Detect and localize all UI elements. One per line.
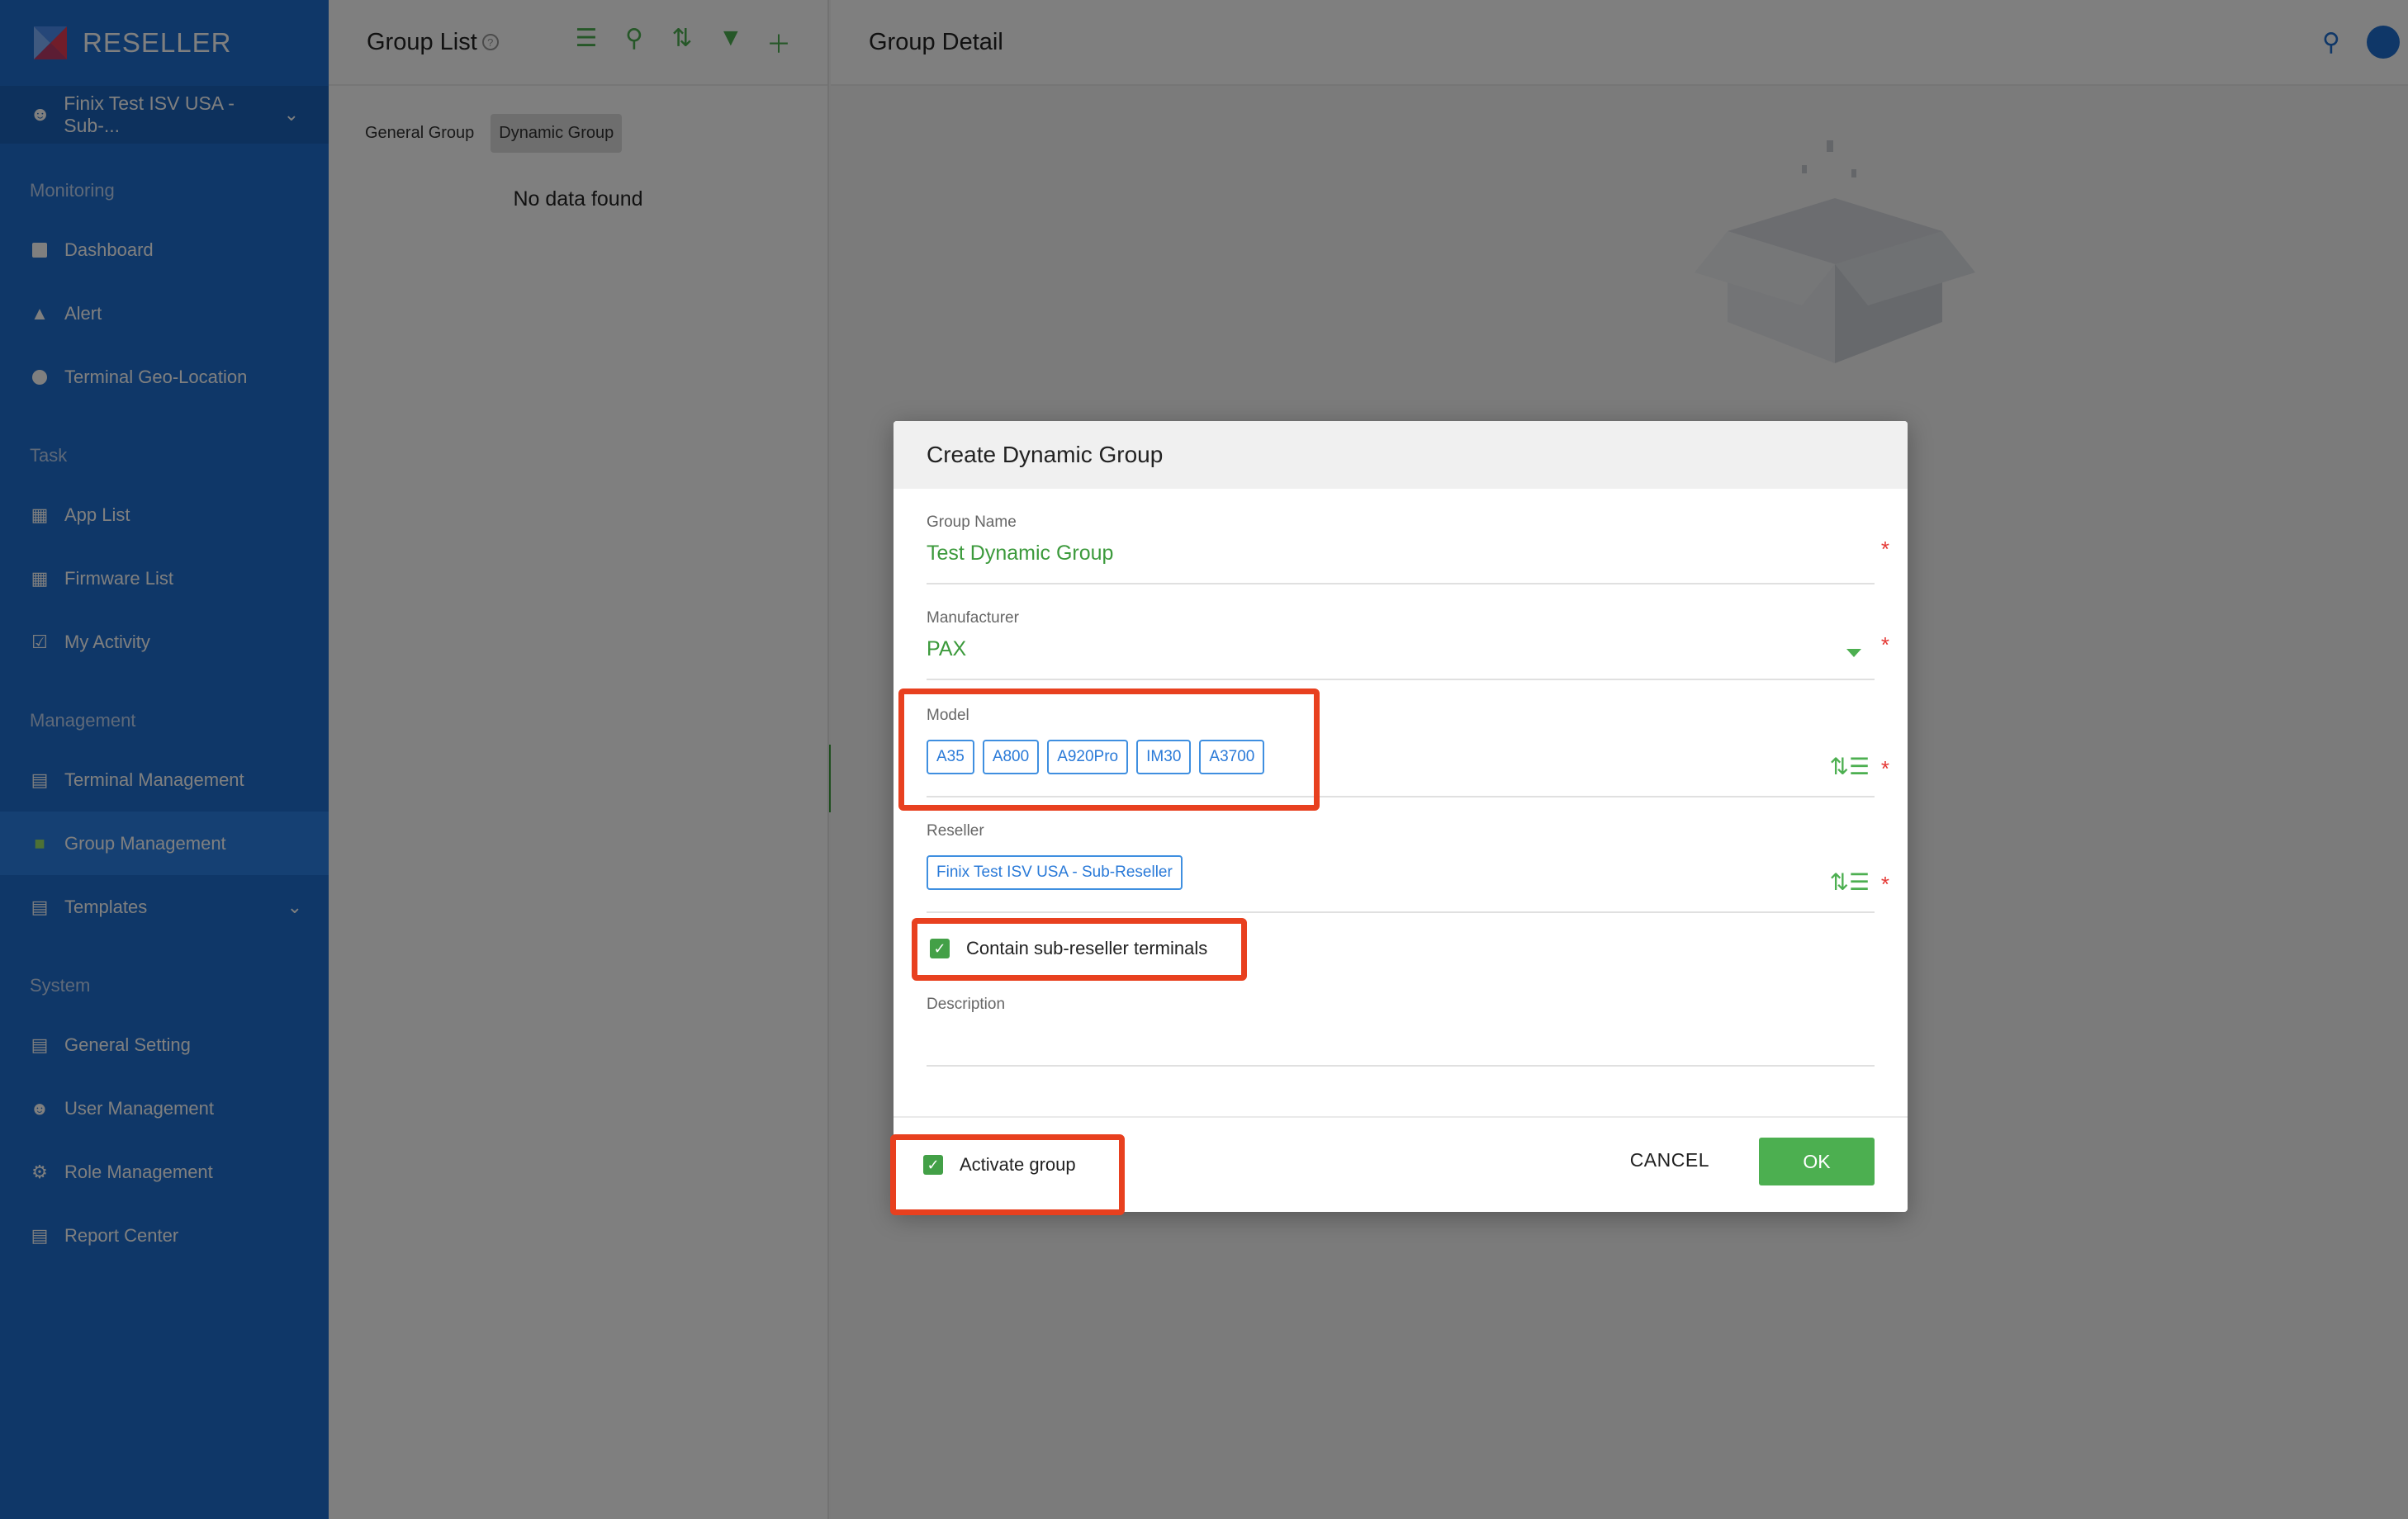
- create-dynamic-group-dialog: Create Dynamic Group Group Name Test Dyn…: [894, 421, 1908, 1212]
- manufacturer-select[interactable]: PAX: [927, 637, 1875, 661]
- required-mark: *: [1880, 872, 1889, 897]
- description-field[interactable]: Description: [927, 996, 1875, 1067]
- caret-down-icon[interactable]: [1846, 649, 1861, 657]
- highlight-model: [898, 689, 1320, 811]
- cancel-button[interactable]: CANCEL: [1630, 1149, 1709, 1171]
- required-mark: *: [1880, 756, 1889, 781]
- select-list-icon[interactable]: ⇅☰: [1829, 753, 1870, 780]
- field-underline: [927, 1065, 1875, 1067]
- highlight-activate-group: [890, 1134, 1125, 1215]
- reseller-field[interactable]: Reseller Finix Test ISV USA - Sub-Resell…: [927, 822, 1889, 913]
- dialog-title: Create Dynamic Group: [894, 421, 1908, 489]
- field-underline: [927, 911, 1875, 913]
- reseller-label: Reseller: [927, 822, 984, 840]
- manufacturer-label: Manufacturer: [927, 609, 1019, 627]
- description-label: Description: [927, 996, 1006, 1013]
- required-mark: *: [1880, 537, 1889, 561]
- highlight-contain-sub-reseller: [912, 918, 1247, 981]
- field-underline: [927, 679, 1875, 680]
- group-name-field[interactable]: Group Name Test Dynamic Group *: [927, 513, 1889, 584]
- group-name-label: Group Name: [927, 513, 1017, 531]
- manufacturer-field[interactable]: Manufacturer PAX *: [927, 609, 1889, 680]
- required-mark: *: [1880, 632, 1889, 657]
- reseller-chips: Finix Test ISV USA - Sub-Reseller: [927, 855, 1875, 890]
- field-underline: [927, 583, 1875, 584]
- ok-button[interactable]: OK: [1759, 1138, 1875, 1185]
- group-name-input[interactable]: Test Dynamic Group: [927, 542, 1875, 565]
- reseller-chip[interactable]: Finix Test ISV USA - Sub-Reseller: [927, 855, 1183, 890]
- select-list-icon[interactable]: ⇅☰: [1829, 868, 1870, 896]
